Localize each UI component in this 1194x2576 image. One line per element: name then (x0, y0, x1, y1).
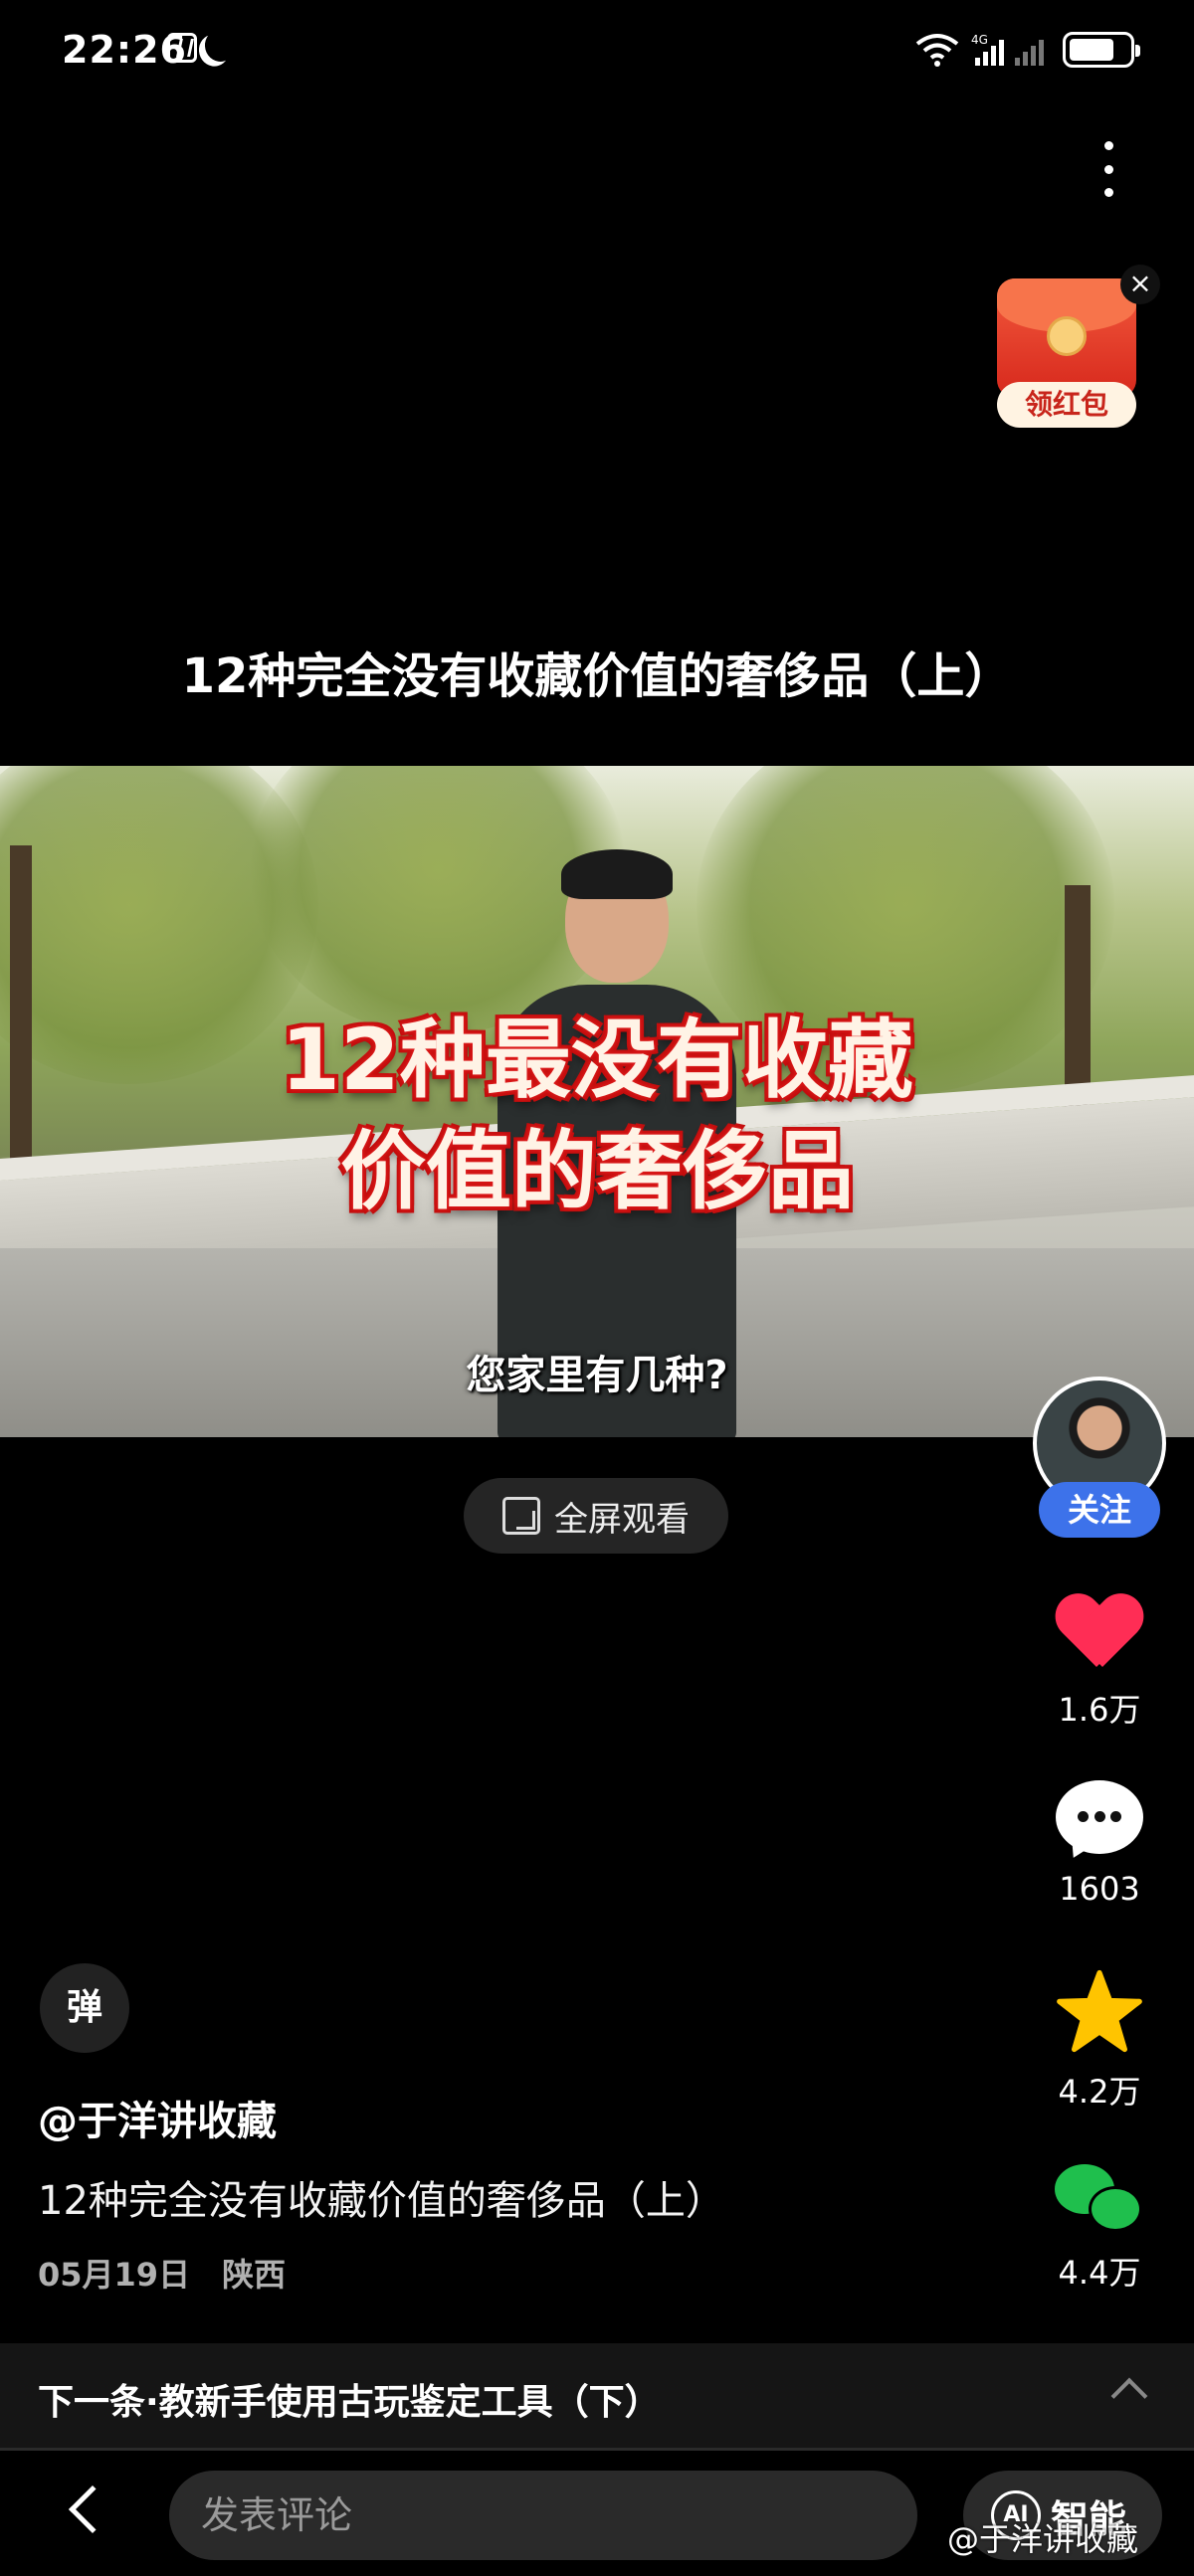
watermark: @于洋讲收藏 (947, 2520, 1139, 2558)
post-date: 05月19日 (38, 2256, 191, 2294)
comment-input[interactable] (169, 2471, 917, 2560)
like-count: 1.6万 (1058, 1691, 1141, 1729)
envelope-seal-icon (1047, 316, 1087, 356)
wifi-icon (915, 32, 959, 68)
more-dot-icon (1103, 164, 1113, 174)
chevron-up-icon (1110, 2377, 1148, 2415)
like-button[interactable]: 1.6万 (1035, 1595, 1164, 1731)
comment-bubble-icon (1056, 1780, 1143, 1865)
status-bar: 22:26 4G (0, 0, 1194, 99)
status-icons: 4G (915, 28, 1140, 68)
post-meta: 05月19日 陕西 (38, 2250, 286, 2296)
next-video-bar[interactable]: 下一条·教新手使用古玩鉴定工具（下） (0, 2343, 1194, 2451)
nfc-icon (167, 33, 197, 63)
heart-icon (1057, 1595, 1142, 1675)
share-button[interactable]: 4.4万 (1035, 2158, 1164, 2294)
banner-line-2: 价值的奢侈品 (340, 1122, 854, 1221)
video-subtitle: 您家里有几种? (466, 1353, 728, 1398)
signal-icon: 4G (971, 32, 1051, 68)
fullscreen-icon (502, 1497, 540, 1535)
video-heading: 12种完全没有收藏价值的奢侈品（上） (181, 648, 1013, 704)
comment-count: 1603 (1059, 1870, 1140, 1908)
banner-line-1: 12种最没有收藏 (281, 1011, 913, 1110)
danmu-toggle-button[interactable]: 弹 (40, 1963, 129, 2053)
video-banner: 12种最没有收藏 价值的奢侈品 (0, 1005, 1194, 1227)
fullscreen-label: 全屏观看 (554, 1499, 690, 1540)
follow-button[interactable]: 关注 (1039, 1482, 1160, 1538)
red-envelope-label: 领红包 (997, 382, 1136, 428)
back-button[interactable] (68, 2484, 117, 2534)
favorite-button[interactable]: 4.2万 (1035, 1969, 1164, 2113)
battery-icon (1063, 32, 1140, 68)
more-options-button[interactable] (1091, 137, 1126, 201)
post-location: 陕西 (222, 2256, 287, 2294)
close-envelope-button[interactable]: × (1120, 265, 1160, 304)
more-dot-icon (1103, 141, 1113, 150)
comment-button[interactable]: 1603 (1035, 1780, 1164, 1908)
video-description: 12种完全没有收藏价值的奢侈品（上） (38, 2178, 725, 2224)
moon-icon (201, 27, 238, 66)
network-label: 4G (971, 33, 988, 47)
wechat-icon (1055, 2158, 1144, 2238)
next-video-label: 下一条·教新手使用古玩鉴定工具（下） (38, 2382, 661, 2423)
favorite-count: 4.2万 (1058, 2073, 1141, 2111)
presenter-hair (561, 849, 673, 899)
video-player[interactable]: 12种最没有收藏 价值的奢侈品 您家里有几种? (0, 766, 1194, 1437)
more-dot-icon (1103, 188, 1113, 197)
fullscreen-button[interactable]: 全屏观看 (464, 1478, 728, 1554)
share-count: 4.4万 (1058, 2254, 1141, 2292)
red-envelope-button[interactable]: 领红包 (991, 278, 1150, 438)
star-icon (1057, 1969, 1142, 2053)
author-name[interactable]: @于洋讲收藏 (38, 2089, 277, 2146)
